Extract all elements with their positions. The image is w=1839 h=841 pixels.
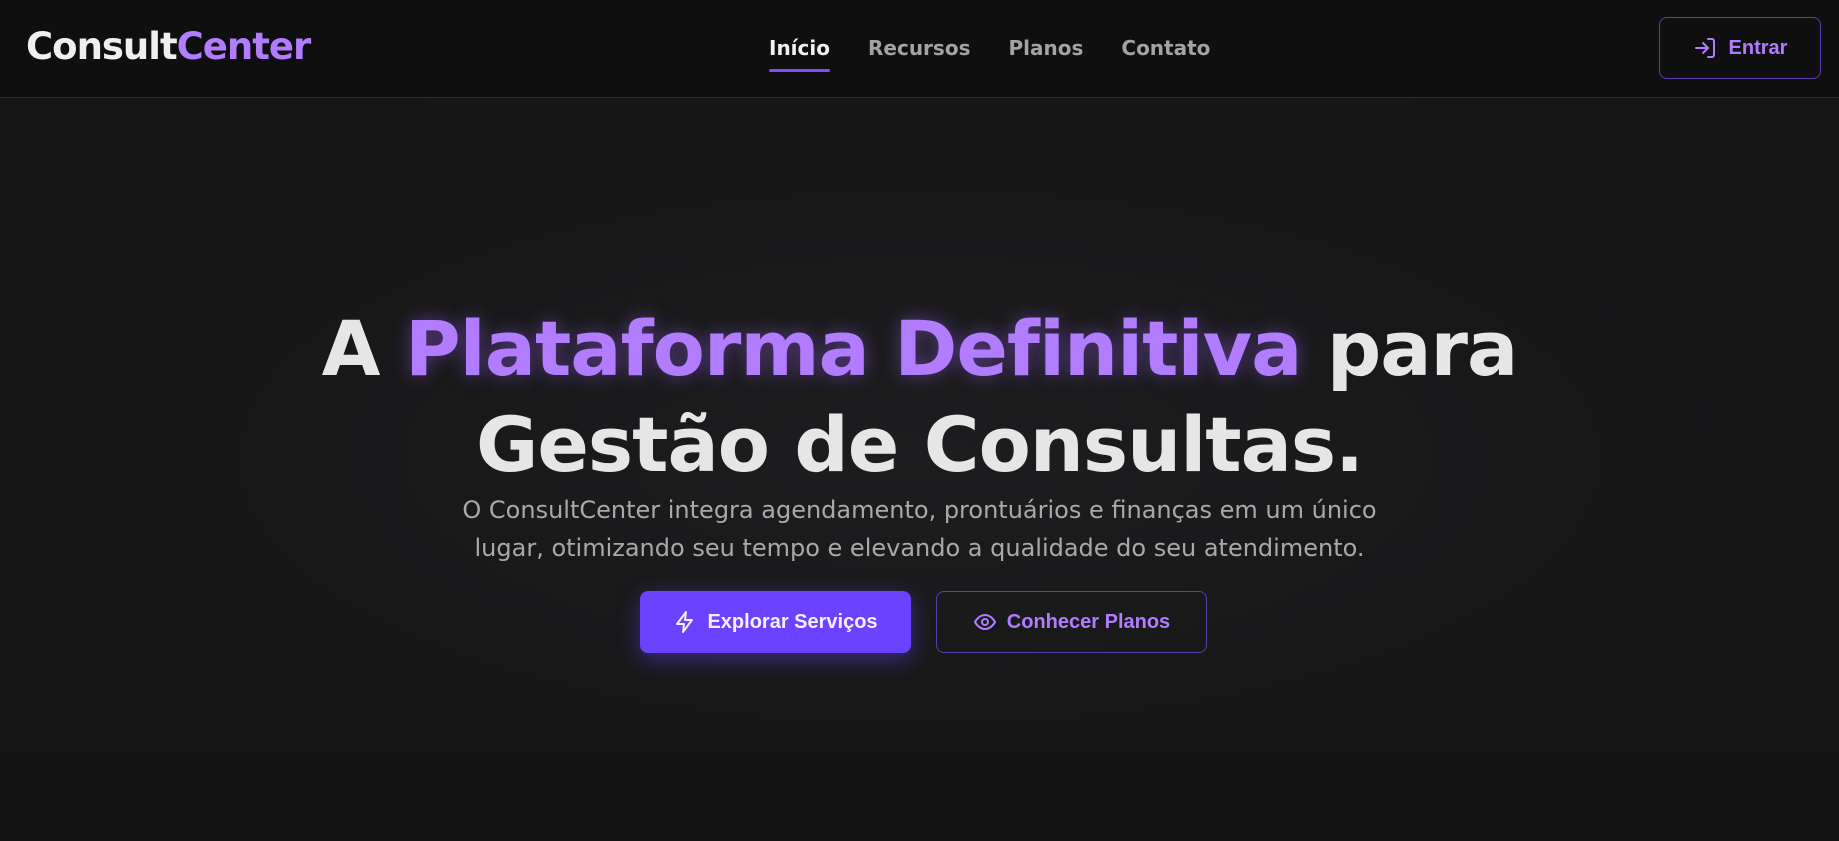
hero-headline: A Plataforma Definitiva para Gestão de C… — [0, 301, 1839, 493]
log-in-icon — [1694, 38, 1715, 58]
headline-line-1: A Plataforma Definitiva para — [0, 301, 1839, 397]
next-section-edge — [0, 752, 1839, 841]
logo[interactable]: ConsultCenter — [26, 24, 312, 70]
view-plans-label: Conhecer Planos — [1006, 610, 1171, 633]
subtitle-line-2: lugar, otimizando seu tempo e elevando a… — [474, 534, 1365, 562]
login-button-label: Entrar — [1728, 36, 1788, 59]
logo-text-consult: Consult — [26, 25, 178, 68]
top-navbar: ConsultCenter Início Recursos Planos Con… — [0, 0, 1839, 98]
headline-accent: Plataforma Definitiva — [404, 303, 1302, 393]
subtitle-line-1: O ConsultCenter integra agendamento, pro… — [462, 496, 1377, 524]
hero-section: A Plataforma Definitiva para Gestão de C… — [0, 98, 1839, 752]
explore-services-button[interactable]: Explorar Serviços — [640, 591, 911, 653]
lightning-icon — [676, 611, 694, 633]
main-nav: Início Recursos Planos Contato — [769, 34, 1210, 72]
headline-prefix: A — [321, 303, 405, 393]
nav-item-recursos[interactable]: Recursos — [868, 34, 970, 62]
explore-services-label: Explorar Serviços — [707, 610, 878, 633]
headline-line-2: Gestão de Consultas. — [475, 399, 1364, 489]
headline-suffix: para — [1301, 303, 1518, 393]
nav-item-planos[interactable]: Planos — [1008, 34, 1083, 62]
cta-row: Explorar Serviços Conhecer Planos — [640, 591, 1207, 653]
view-plans-button[interactable]: Conhecer Planos — [936, 591, 1207, 653]
nav-item-contato[interactable]: Contato — [1121, 34, 1210, 62]
nav-item-inicio[interactable]: Início — [769, 34, 830, 72]
hero-subtitle: O ConsultCenter integra agendamento, pro… — [400, 491, 1439, 567]
login-button[interactable]: Entrar — [1659, 17, 1821, 79]
eye-icon — [973, 614, 996, 630]
logo-text-center: Center — [176, 25, 312, 68]
